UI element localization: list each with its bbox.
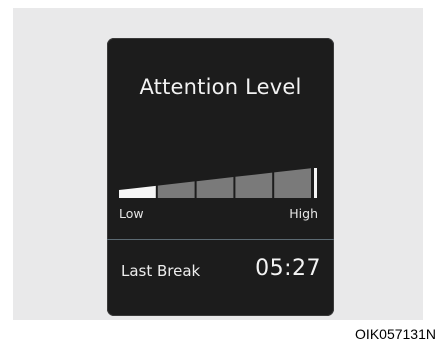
divider-line <box>107 239 334 240</box>
attention-level-title: Attention Level <box>139 75 302 99</box>
meter-segment <box>235 172 273 198</box>
last-break-label: Last Break <box>121 262 201 280</box>
attention-level-display: Attention Level Low High Last Break 05:2… <box>107 38 334 316</box>
attention-level-meter <box>119 168 317 198</box>
meter-low-label: Low <box>119 206 144 221</box>
meter-high-label: High <box>289 206 318 221</box>
meter-end-marker <box>314 168 317 198</box>
meter-segment <box>274 168 311 198</box>
meter-segment <box>157 181 195 198</box>
figure-code: OIK057131N <box>355 326 436 342</box>
attention-meter-graphic <box>119 168 317 198</box>
meter-segment <box>119 185 156 198</box>
last-break-time: 05:27 <box>255 256 321 281</box>
meter-segment <box>196 177 234 198</box>
